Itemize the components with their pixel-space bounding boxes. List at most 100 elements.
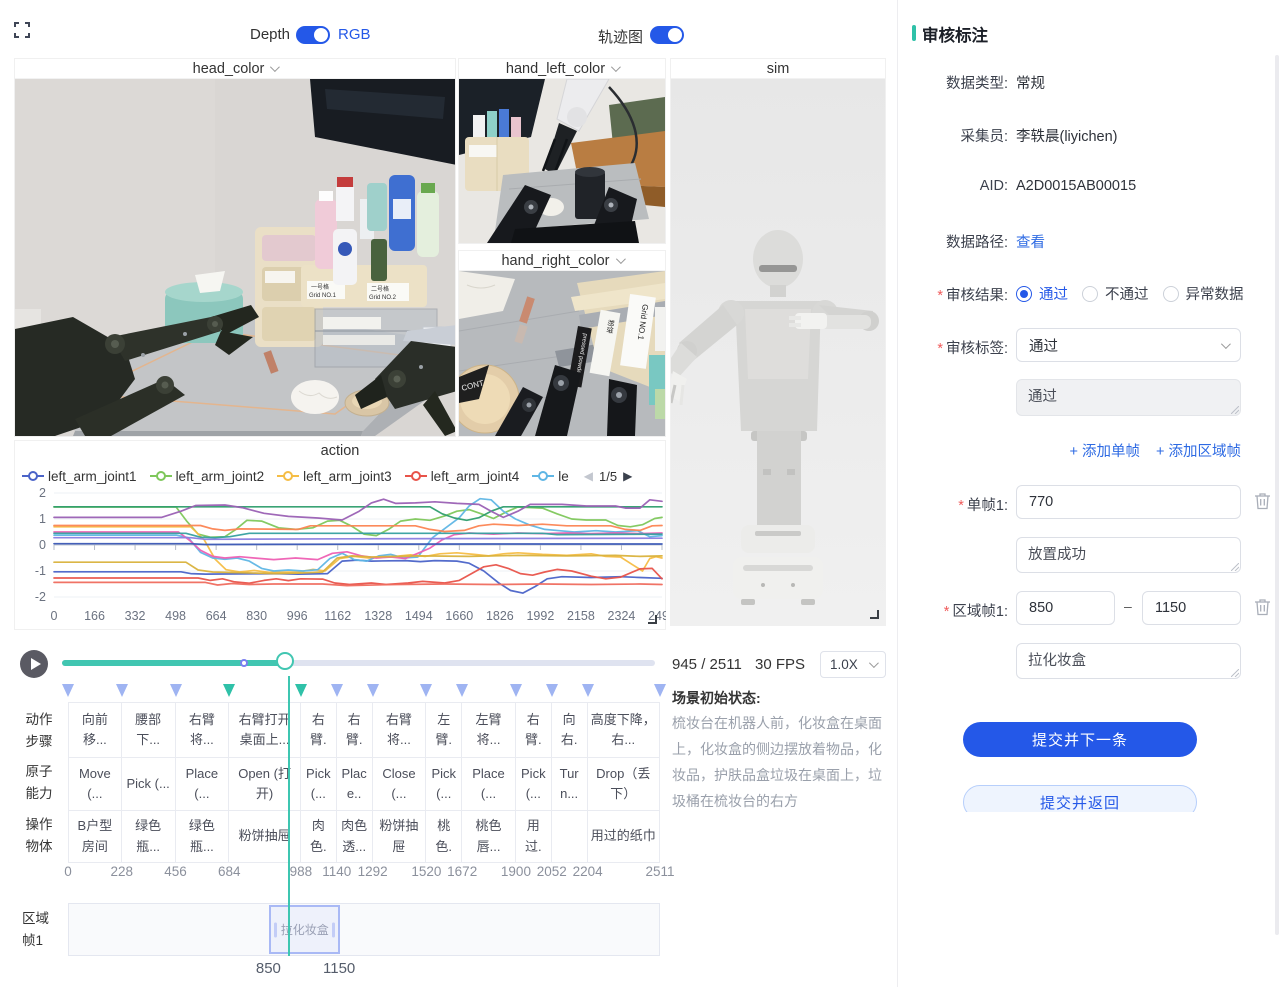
legend-item-left_arm_joint1[interactable]: left_arm_joint1 <box>22 469 137 484</box>
svg-text:996: 996 <box>287 609 308 623</box>
hand-right-camera-panel: hand_right_color Grid NO.1 <box>458 250 666 437</box>
hand-left-camera-title: hand_left_color <box>506 61 605 77</box>
region-start-input[interactable] <box>1016 591 1115 625</box>
frame-axis-tick: 456 <box>164 864 187 879</box>
table-cell: 绿色瓶... <box>122 811 176 863</box>
delete-region-frame-icon[interactable] <box>1254 598 1271 616</box>
svg-text:0: 0 <box>51 609 58 623</box>
table-cell: Drop（丢下） <box>588 758 660 811</box>
slider-handle[interactable] <box>276 652 294 670</box>
table-cell: Turn... <box>552 758 588 811</box>
seek-slider[interactable] <box>62 660 655 666</box>
add-single-frame-link[interactable]: + 添加单帧 <box>1070 440 1141 461</box>
single-frame-input[interactable] <box>1016 485 1241 519</box>
review-result-radio-通过[interactable]: 通过 <box>1016 283 1068 304</box>
step-marker[interactable] <box>116 684 128 697</box>
speed-value: 1.0X <box>830 657 858 672</box>
legend-marker-icon <box>22 471 44 481</box>
region-segment[interactable]: 拉化妆盒 <box>269 905 340 954</box>
table-cell: 左臂. <box>426 702 462 758</box>
table-cell: Close (... <box>373 758 427 811</box>
photo-grid1-en: Grid NO.1 <box>309 293 337 299</box>
step-marker[interactable] <box>62 684 74 697</box>
step-marker-strip <box>68 684 660 699</box>
submit-back-button[interactable]: 提交并返回 <box>963 785 1197 812</box>
chart-resize-handle-icon[interactable] <box>648 615 657 624</box>
speed-select[interactable]: 1.0X <box>820 651 886 678</box>
region-handle-left[interactable] <box>274 922 277 937</box>
hand-right-camera-selector[interactable]: hand_right_color <box>459 251 665 271</box>
play-button[interactable] <box>20 650 48 678</box>
svg-text:1826: 1826 <box>486 609 514 623</box>
fullscreen-icon[interactable] <box>14 22 30 38</box>
table-cell: 肉色透... <box>337 811 373 863</box>
legend-item-left_arm_joint3[interactable]: left_arm_joint3 <box>277 469 392 484</box>
step-marker[interactable] <box>331 684 343 697</box>
legend-item-le[interactable]: le <box>532 469 569 484</box>
add-frame-links: + 添加单帧 + 添加区域帧 <box>1016 440 1241 461</box>
frame-axis-tick: 1672 <box>447 864 477 879</box>
region-start-frame: 850 <box>256 960 281 977</box>
table-cell: 高度下降，右... <box>588 702 660 758</box>
head-camera-selector[interactable]: head_color <box>15 59 455 79</box>
table-cell: 用过的纸巾 <box>588 811 660 863</box>
step-marker[interactable] <box>456 684 468 697</box>
row-label-atomic-ability: 原子能力 <box>14 761 64 805</box>
photo-grid2-cn: 二号格 <box>371 285 389 293</box>
region-frame-desc[interactable]: 拉化妆盒 <box>1016 643 1241 679</box>
depth-rgb-toggle[interactable] <box>296 26 330 44</box>
review-result-radio-不通过[interactable]: 不通过 <box>1082 283 1149 304</box>
region-end-input[interactable] <box>1142 591 1241 625</box>
submit-next-button[interactable]: 提交并下一条 <box>963 722 1197 757</box>
delete-single-frame-icon[interactable] <box>1254 492 1271 510</box>
step-marker[interactable] <box>295 684 307 697</box>
resize-handle-icon[interactable] <box>870 610 879 619</box>
trajectory-toggle[interactable] <box>650 26 684 44</box>
step-marker[interactable] <box>170 684 182 697</box>
chart-title: action <box>14 443 666 459</box>
step-marker[interactable] <box>510 684 522 697</box>
single-frame-label: *单帧1: <box>890 494 1008 515</box>
hand-left-camera-image <box>459 79 665 243</box>
review-panel-title: 审核标注 <box>922 22 988 46</box>
legend-prev-icon[interactable]: ◀ <box>584 469 593 483</box>
table-cell: Place.. <box>337 758 373 811</box>
review-tag-select[interactable]: 通过 <box>1016 328 1241 362</box>
svg-text:166: 166 <box>84 609 105 623</box>
depth-label: Depth <box>250 26 290 43</box>
review-tag-comment[interactable]: 通过 <box>1016 379 1241 416</box>
playhead-line[interactable] <box>288 676 290 956</box>
svg-text:1328: 1328 <box>364 609 392 623</box>
step-marker[interactable] <box>420 684 432 697</box>
legend-marker-icon <box>277 471 299 481</box>
step-marker[interactable] <box>582 684 594 697</box>
review-result-radio-异常数据[interactable]: 异常数据 <box>1163 283 1244 304</box>
legend-item-left_arm_joint2[interactable]: left_arm_joint2 <box>150 469 265 484</box>
region-handle-right[interactable] <box>332 922 335 937</box>
table-cell: 向前移... <box>68 702 122 758</box>
legend-marker-icon <box>405 471 427 481</box>
scrollbar[interactable] <box>1275 55 1279 935</box>
legend-marker-icon <box>532 471 554 481</box>
legend-marker-icon <box>150 471 172 481</box>
head-camera-panel: head_color <box>14 58 456 437</box>
add-region-frame-link[interactable]: + 添加区域帧 <box>1156 440 1241 461</box>
action-chart: 210-1-2016633249866483099611621328149416… <box>14 486 666 628</box>
step-marker[interactable] <box>546 684 558 697</box>
frame-axis-tick: 228 <box>110 864 133 879</box>
hand-left-camera-selector[interactable]: hand_left_color <box>459 59 665 79</box>
single-frame-marker-dot[interactable] <box>240 659 248 667</box>
photo-grid2-en: Grid NO.2 <box>369 295 397 301</box>
chevron-down-icon <box>869 658 879 668</box>
svg-text:1494: 1494 <box>405 609 433 623</box>
legend-item-left_arm_joint4[interactable]: left_arm_joint4 <box>405 469 520 484</box>
step-marker[interactable] <box>654 684 666 697</box>
table-cell: 粉饼抽屉 <box>373 811 427 863</box>
data-path-view-link[interactable]: 查看 <box>1016 231 1045 252</box>
legend-next-icon[interactable]: ▶ <box>623 469 632 483</box>
collector-value: 李轶晨(liyichen) <box>1016 125 1118 146</box>
step-marker[interactable] <box>367 684 379 697</box>
single-frame-desc[interactable]: 放置成功 <box>1016 537 1241 573</box>
chevron-down-icon <box>611 62 621 72</box>
step-marker[interactable] <box>223 684 235 697</box>
